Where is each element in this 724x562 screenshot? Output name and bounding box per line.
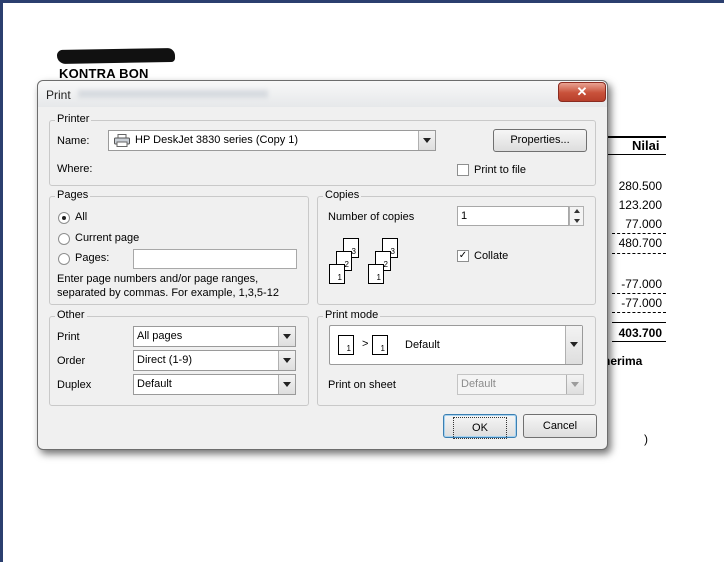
- printer-name-label: Name:: [57, 135, 90, 147]
- print-on-sheet-label: Print on sheet: [328, 379, 396, 391]
- current-page-radio[interactable]: [58, 233, 70, 245]
- pages-hint-line-1: Enter page numbers and/or page ranges,: [57, 273, 259, 285]
- page-range-input[interactable]: [133, 249, 297, 269]
- blurred-background-text: [78, 90, 268, 98]
- print-label: Print: [57, 331, 80, 343]
- order-select-value: Direct (1-9): [137, 354, 193, 366]
- value-cell: -77.000: [621, 277, 662, 291]
- dashed-rule: [612, 233, 666, 234]
- chevron-down-icon[interactable]: [278, 351, 295, 370]
- report-title: KONTRA BON: [59, 66, 149, 81]
- order-label: Order: [57, 355, 86, 367]
- print-mode-legend: Print mode: [323, 309, 381, 321]
- close-icon: ✕: [576, 84, 588, 99]
- ok-button-label: OK: [453, 417, 507, 439]
- pages-legend: Pages: [55, 189, 91, 201]
- print-to-file-label: Print to file: [474, 164, 526, 176]
- value-cell: 280.500: [618, 179, 662, 193]
- chevron-down-icon[interactable]: [278, 375, 295, 394]
- value-cell: 123.200: [618, 198, 662, 212]
- value-cell: -77.000: [621, 296, 662, 310]
- all-pages-radio[interactable]: [58, 212, 70, 224]
- close-button[interactable]: ✕: [558, 82, 606, 102]
- cancel-button[interactable]: Cancel: [523, 414, 597, 438]
- print-to-file-checkbox[interactable]: [457, 164, 469, 176]
- properties-button[interactable]: Properties...: [493, 129, 587, 152]
- dashed-rule: [612, 253, 666, 254]
- page-icon: 1: [329, 264, 345, 284]
- current-page-label: Current page: [75, 232, 140, 244]
- partial-paren: ): [644, 432, 648, 446]
- dialog-title: Print: [46, 88, 71, 102]
- printer-icon: [114, 134, 130, 147]
- chevron-down-icon[interactable]: [565, 326, 582, 364]
- printer-name-select[interactable]: HP DeskJet 3830 series (Copy 1): [108, 130, 436, 151]
- pages-hint-line-2: separated by commas. For example, 1,3,5-…: [57, 287, 279, 299]
- page-icon: 1: [368, 264, 384, 284]
- other-legend: Other: [55, 309, 87, 321]
- ok-button[interactable]: OK: [443, 414, 517, 439]
- all-pages-label: All: [75, 211, 88, 223]
- check-icon: ✓: [458, 250, 468, 261]
- page-icon: 1: [338, 335, 354, 355]
- page-range-label: Pages:: [75, 252, 110, 264]
- column-header-nilai: Nilai: [632, 138, 660, 153]
- total-rule: [612, 322, 666, 323]
- print-on-sheet-select[interactable]: Default: [457, 374, 584, 395]
- dashed-rule: [612, 293, 666, 294]
- printer-name-value: HP DeskJet 3830 series (Copy 1): [135, 134, 299, 146]
- number-of-copies-input[interactable]: 1: [457, 206, 569, 226]
- collate-checkbox[interactable]: ✓: [457, 250, 469, 262]
- print-select-value: All pages: [137, 330, 183, 342]
- window-frame-left: [0, 0, 3, 562]
- print-on-sheet-value: Default: [461, 378, 496, 390]
- order-select[interactable]: Direct (1-9): [133, 350, 296, 371]
- table-header-border: [608, 154, 666, 155]
- dialog-titlebar[interactable]: Print ✕: [38, 81, 607, 107]
- number-of-copies-value: 1: [461, 210, 468, 222]
- page-icon: 1: [372, 335, 388, 355]
- arrow-right-icon: >: [362, 338, 369, 350]
- duplex-label: Duplex: [57, 379, 92, 391]
- total-rule: [612, 341, 666, 342]
- window-frame-top: [0, 0, 724, 3]
- print-mode-value: Default: [405, 339, 440, 351]
- page-range-radio[interactable]: [58, 253, 70, 265]
- total-value: 403.700: [618, 326, 662, 340]
- partial-label: nerima: [603, 354, 643, 368]
- duplex-select[interactable]: Default: [133, 374, 296, 395]
- print-mode-select[interactable]: 1 > 1 Default: [329, 325, 583, 365]
- dashed-rule: [612, 312, 666, 313]
- duplex-select-value: Default: [137, 378, 172, 390]
- chevron-down-icon[interactable]: [278, 327, 295, 346]
- number-of-copies-label: Number of copies: [328, 211, 415, 223]
- printer-legend: Printer: [55, 113, 92, 125]
- copies-legend: Copies: [323, 189, 362, 201]
- chevron-down-icon[interactable]: [418, 131, 435, 150]
- where-label: Where:: [57, 163, 93, 175]
- chevron-down-icon[interactable]: [566, 375, 583, 394]
- copies-spinner[interactable]: [569, 206, 584, 226]
- redaction-scribble: [56, 47, 176, 65]
- collate-label: Collate: [474, 250, 509, 262]
- print-select[interactable]: All pages: [133, 326, 296, 347]
- value-cell: 77.000: [625, 217, 662, 231]
- value-cell: 480.700: [618, 236, 662, 250]
